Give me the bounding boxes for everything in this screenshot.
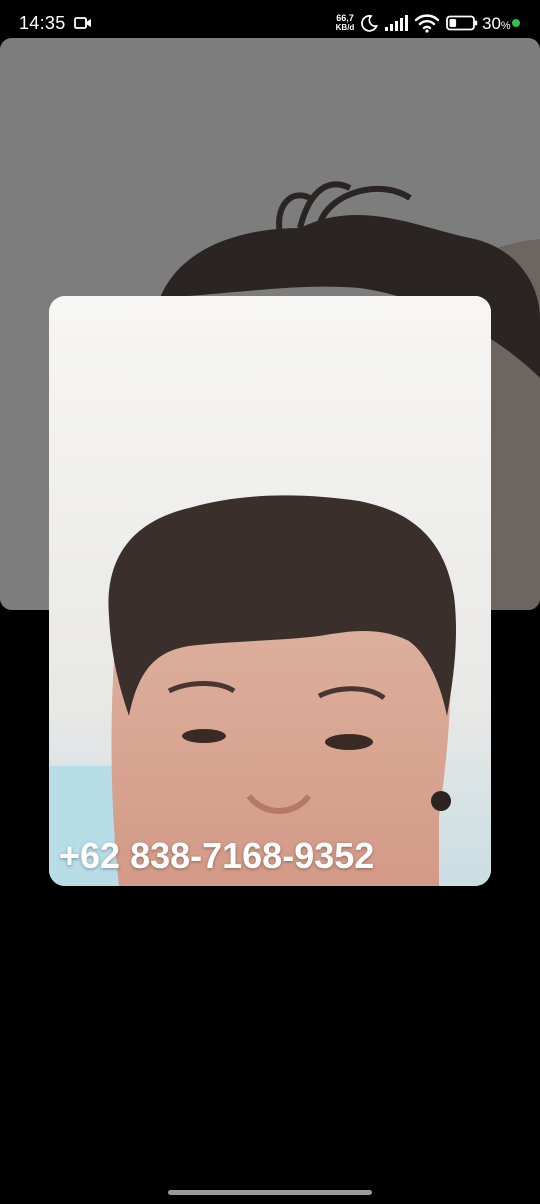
screen-record-icon bbox=[74, 17, 91, 29]
caller-phone-number: +62 838-7168-9352 bbox=[59, 835, 375, 876]
network-speed-value: 66,7 bbox=[336, 13, 354, 23]
home-indicator-bar[interactable] bbox=[168, 1190, 372, 1195]
network-speed-unit: KB/d bbox=[335, 23, 355, 32]
moon-icon bbox=[361, 14, 378, 32]
battery-percentage-sign: % bbox=[500, 20, 511, 32]
caller-video-feed[interactable]: +62 838-7168-9352 bbox=[49, 296, 491, 886]
network-speed: 66,7 KB/d bbox=[332, 13, 358, 33]
signal-icon bbox=[385, 15, 408, 31]
status-bar: 14:35 66,7 KB/d 30% bbox=[0, 0, 540, 40]
battery-percentage-value: 30 bbox=[482, 14, 501, 33]
privacy-indicator-dot bbox=[512, 19, 520, 27]
caller-video-image bbox=[49, 296, 491, 886]
battery-icon bbox=[446, 15, 478, 31]
status-time: 14:35 bbox=[19, 13, 66, 33]
battery-percentage: 30% bbox=[482, 14, 511, 34]
wifi-icon bbox=[414, 14, 440, 33]
